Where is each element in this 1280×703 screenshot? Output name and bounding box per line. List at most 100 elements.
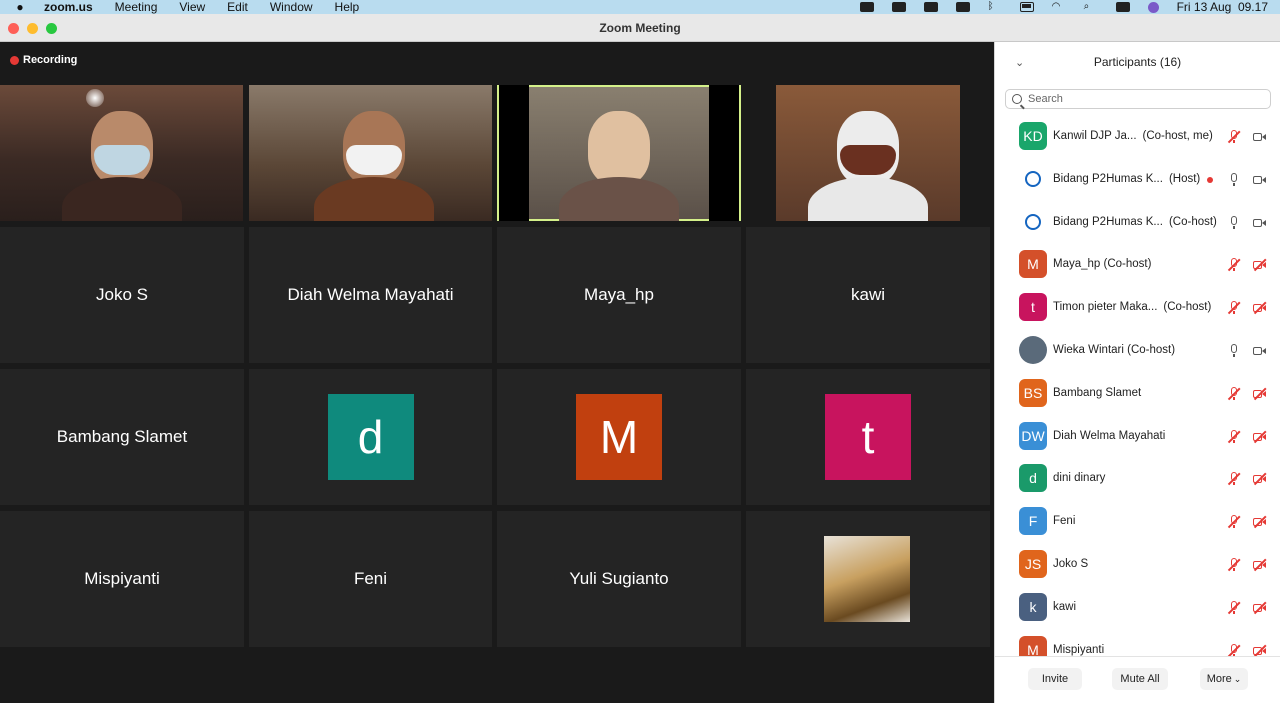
video-tile[interactable]: Feni xyxy=(249,511,492,647)
participant-row[interactable]: d dini dinary xyxy=(995,458,1280,500)
video-off-icon[interactable] xyxy=(1253,601,1267,615)
participant-display-name: dini dinary xyxy=(1053,472,1106,485)
mic-icon[interactable] xyxy=(1227,344,1241,358)
participant-name: Joko S xyxy=(96,285,148,304)
status-icon-2[interactable] xyxy=(891,2,906,12)
status-icon-3[interactable] xyxy=(923,2,938,12)
letterbox-right xyxy=(709,85,739,221)
control-center-icon[interactable] xyxy=(1115,2,1130,12)
participant-row[interactable]: KD Kanwil DJP Ja... (Co-host, me) xyxy=(995,116,1280,158)
participant-row[interactable]: Wieka Wintari (Co-host) xyxy=(995,330,1280,372)
menu-meeting[interactable]: Meeting xyxy=(115,0,158,14)
participant-name: kawi xyxy=(1053,601,1076,613)
participant-row[interactable]: JS Joko S xyxy=(995,544,1280,586)
video-tile[interactable]: Mispiyanti xyxy=(0,511,244,647)
video-tile-camera-3-active[interactable] xyxy=(497,85,741,221)
participant-name: Feni xyxy=(353,569,388,588)
video-gallery: Recording Joko S Diah Welma Mayahati May… xyxy=(0,42,994,703)
mic-muted-icon[interactable] xyxy=(1227,600,1241,615)
video-tile[interactable]: Yuli Sugianto xyxy=(497,511,741,647)
battery-icon[interactable] xyxy=(1019,2,1034,12)
video-tile[interactable]: Joko S xyxy=(0,227,244,363)
participant-name: Maya_hp (Co-host) xyxy=(1053,258,1151,270)
participant-role: (Co-host, me) xyxy=(1142,130,1213,142)
participants-search[interactable] xyxy=(1005,89,1271,109)
video-tile[interactable]: Bambang Slamet xyxy=(0,369,244,505)
video-icon[interactable] xyxy=(1253,216,1267,230)
participant-name: Diah Welma Mayahati xyxy=(287,285,454,304)
video-tile[interactable]: t xyxy=(746,369,990,505)
mic-muted-icon[interactable] xyxy=(1227,258,1241,272)
mic-muted-icon[interactable] xyxy=(1227,558,1241,572)
menu-window[interactable]: Window xyxy=(270,0,313,14)
video-off-icon[interactable] xyxy=(1253,644,1267,656)
menu-help[interactable]: Help xyxy=(335,0,360,14)
video-off-icon[interactable] xyxy=(1253,301,1267,315)
search-input[interactable] xyxy=(1028,93,1258,105)
cloud-icon[interactable] xyxy=(955,2,970,12)
participant-row[interactable]: k kawi xyxy=(995,587,1280,629)
apple-icon[interactable]: ● xyxy=(12,0,28,14)
recording-icon xyxy=(1207,176,1213,183)
video-off-icon[interactable] xyxy=(1253,472,1267,486)
menu-view[interactable]: View xyxy=(179,0,205,14)
participant-row[interactable]: BS Bambang Slamet xyxy=(995,373,1280,415)
video-off-icon[interactable] xyxy=(1253,258,1267,272)
invite-button[interactable]: Invite xyxy=(1028,668,1082,690)
mic-muted-icon[interactable] xyxy=(1227,472,1241,486)
recording-indicator[interactable]: Recording xyxy=(10,54,77,66)
video-off-icon[interactable] xyxy=(1253,558,1267,572)
participant-name: Joko S xyxy=(1053,558,1088,570)
video-icon[interactable] xyxy=(1253,173,1267,187)
video-off-icon[interactable] xyxy=(1253,430,1267,444)
mute-all-button[interactable]: Mute All xyxy=(1112,668,1168,690)
participant-row[interactable]: t Timon pieter Maka... (Co-host) xyxy=(995,287,1280,329)
zoom-status-icon[interactable] xyxy=(859,2,874,12)
participant-row[interactable]: M Maya_hp (Co-host) xyxy=(995,244,1280,286)
panel-title: Participants (16) xyxy=(1093,55,1182,69)
menu-app[interactable]: zoom.us xyxy=(44,0,93,14)
mic-muted-icon[interactable] xyxy=(1227,386,1241,401)
more-button[interactable]: More ⌄ xyxy=(1200,668,1248,690)
mic-muted-icon[interactable] xyxy=(1227,429,1241,444)
video-tile[interactable]: Maya_hp xyxy=(497,227,741,363)
video-tile-camera-4[interactable] xyxy=(746,85,990,221)
participants-list[interactable]: KD Kanwil DJP Ja... (Co-host, me) Bidang P2… xyxy=(995,116,1280,656)
mic-muted-icon[interactable] xyxy=(1227,301,1241,315)
participant-display-name: Diah Welma Mayahati xyxy=(1053,429,1166,442)
wifi-icon[interactable]: ◠ xyxy=(1052,2,1066,12)
participant-row[interactable]: DW Diah Welma Mayahati xyxy=(995,416,1280,458)
participant-row[interactable]: Bidang P2Humas K... (Co-host) xyxy=(995,202,1280,244)
participant-name: Feni xyxy=(1053,515,1075,527)
video-tile[interactable]: kawi xyxy=(746,227,990,363)
search-icon[interactable]: ⌕ xyxy=(1084,2,1098,12)
mic-icon[interactable] xyxy=(1227,172,1241,187)
participant-row[interactable]: Bidang P2Humas K... (Host) xyxy=(995,159,1280,201)
menu-edit[interactable]: Edit xyxy=(227,0,248,14)
mic-muted-icon[interactable] xyxy=(1227,643,1241,656)
video-tile[interactable] xyxy=(746,511,990,647)
mic-muted-icon[interactable] xyxy=(1227,130,1241,144)
video-tile[interactable]: Diah Welma Mayahati xyxy=(249,227,492,363)
participant-avatar: t xyxy=(1019,293,1047,322)
more-label: More xyxy=(1206,673,1232,685)
video-icon[interactable] xyxy=(1253,344,1267,358)
bluetooth-icon[interactable]: ᛒ xyxy=(988,2,1002,12)
menubar: ● zoom.us Meeting View Edit Window Help … xyxy=(0,0,1280,14)
video-off-icon[interactable] xyxy=(1253,515,1267,529)
video-tile[interactable]: M xyxy=(497,369,741,505)
participant-avatar: BS xyxy=(1019,378,1047,407)
siri-icon[interactable] xyxy=(1147,1,1159,13)
video-tile[interactable]: d xyxy=(249,369,492,505)
participant-video xyxy=(559,111,679,221)
video-icon[interactable] xyxy=(1253,130,1267,144)
video-off-icon[interactable] xyxy=(1253,387,1267,401)
mic-muted-icon[interactable] xyxy=(1227,515,1241,529)
participant-row[interactable]: M Mispiyanti xyxy=(995,630,1280,656)
mic-icon[interactable] xyxy=(1227,215,1241,230)
participant-display-name: Wieka Wintari (Co-host) xyxy=(1053,344,1176,356)
menubar-clock[interactable]: Fri 13 Aug 09.17 xyxy=(1177,0,1268,14)
participant-row[interactable]: F Feni xyxy=(995,501,1280,543)
video-tile-camera-1[interactable] xyxy=(0,85,243,221)
video-tile-camera-2[interactable] xyxy=(249,85,492,221)
